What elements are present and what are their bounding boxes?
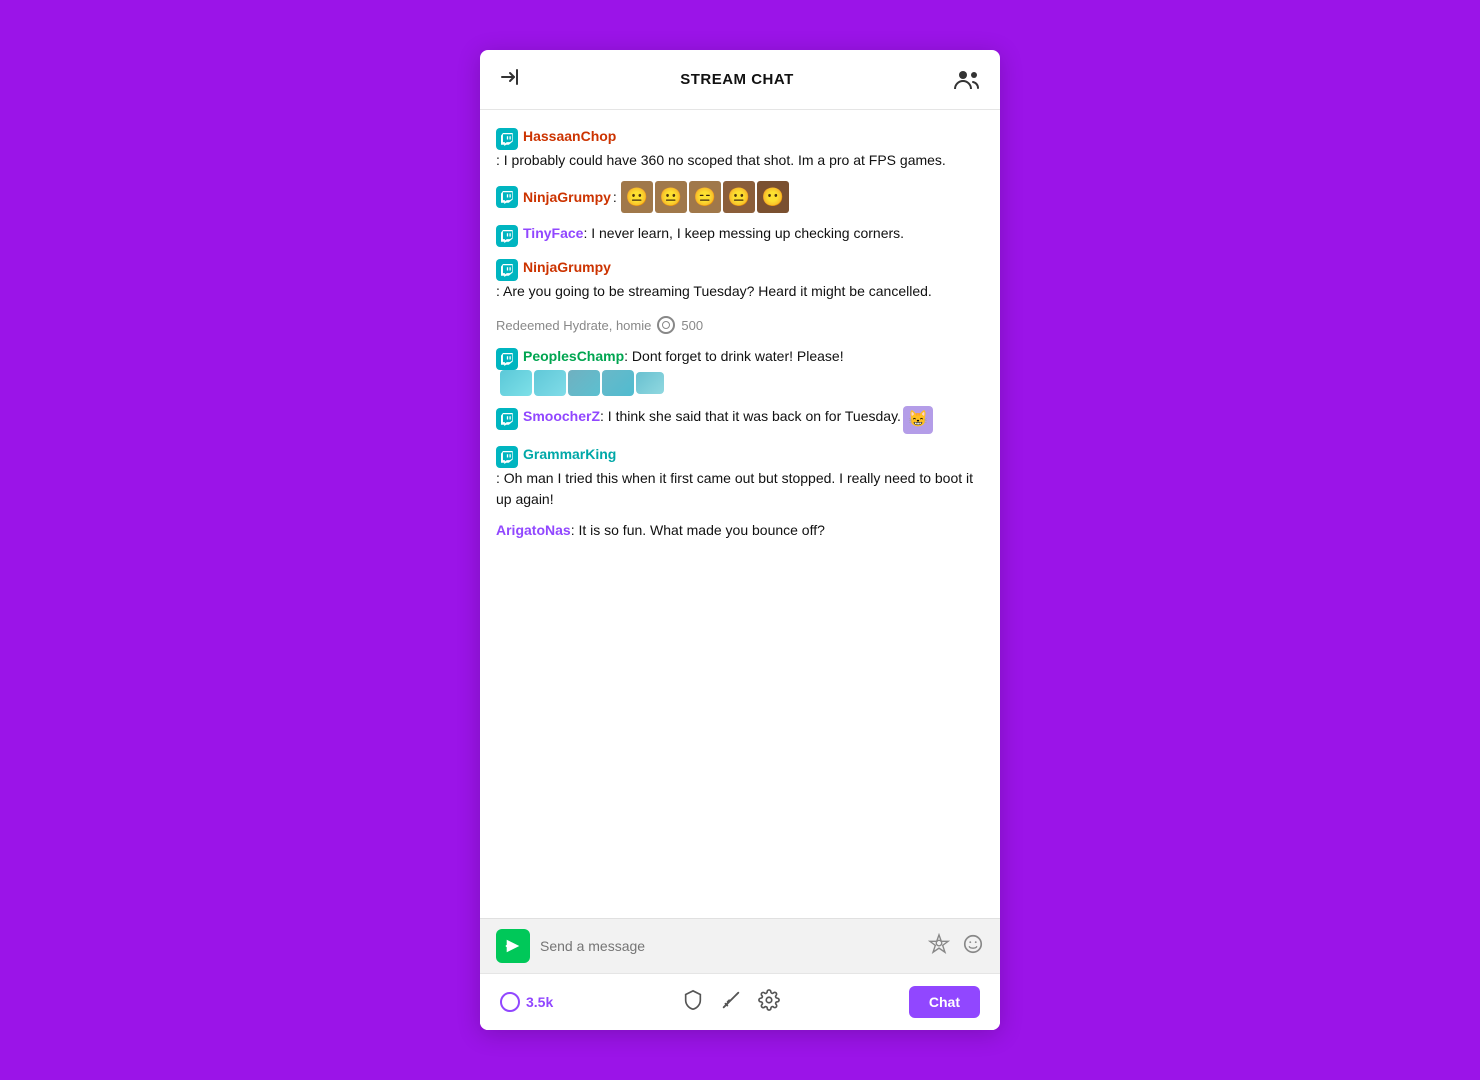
emote bbox=[500, 370, 532, 396]
users-icon[interactable] bbox=[954, 69, 980, 91]
message-text: : It is so fun. What made you bounce off… bbox=[571, 520, 825, 541]
username: GrammarKing bbox=[523, 444, 616, 465]
message-text: : Dont forget to drink water! Please! bbox=[624, 346, 843, 367]
username: ArigatoNas bbox=[496, 520, 571, 541]
username: PeoplesChamp bbox=[523, 346, 624, 367]
message-text: : Are you going to be streaming Tuesday?… bbox=[496, 281, 932, 302]
list-item: NinjaGrumpy : 😐 😐 😑 😐 😶 bbox=[496, 181, 984, 213]
list-item: HassaanChop : I probably could have 360 n… bbox=[496, 126, 984, 171]
emote: 😶 bbox=[757, 181, 789, 213]
settings-icon[interactable] bbox=[758, 989, 780, 1016]
username: HassaanChop bbox=[523, 126, 616, 147]
message-text: : I probably could have 360 no scoped th… bbox=[496, 150, 946, 171]
message-text: : I think she said that it was back on f… bbox=[600, 406, 901, 427]
shield-icon[interactable] bbox=[682, 989, 704, 1016]
emote bbox=[568, 370, 600, 396]
redemption-points: 500 bbox=[681, 318, 703, 333]
message-text: : Oh man I tried this when it first came… bbox=[496, 468, 984, 510]
sword-icon[interactable] bbox=[720, 989, 742, 1016]
viewer-icon bbox=[500, 992, 520, 1012]
twitch-badge bbox=[496, 225, 518, 247]
list-item: PeoplesChamp : Dont forget to drink wate… bbox=[496, 346, 984, 396]
redemption-text: Redeemed Hydrate, homie bbox=[496, 318, 651, 333]
twitch-badge bbox=[496, 408, 518, 430]
emote: 😐 bbox=[723, 181, 755, 213]
chat-input-row bbox=[496, 929, 984, 963]
twitch-badge bbox=[496, 186, 518, 208]
message-text: : I never learn, I keep messing up check… bbox=[583, 223, 904, 244]
redemption-notice: Redeemed Hydrate, homie 500 bbox=[496, 316, 984, 334]
list-item: NinjaGrumpy : Are you going to be streami… bbox=[496, 257, 984, 302]
message-text: : bbox=[613, 187, 617, 208]
collapse-icon[interactable] bbox=[500, 67, 520, 92]
list-item: GrammarKing : Oh man I tried this when it… bbox=[496, 444, 984, 510]
emote-cat: 😸 bbox=[903, 406, 933, 434]
username: SmoocherZ bbox=[523, 406, 600, 427]
chat-panel: STREAM CHAT HassaanChop : I probably coul… bbox=[480, 50, 1000, 1030]
chat-input-area bbox=[480, 918, 1000, 973]
viewer-count-text: 3.5k bbox=[526, 994, 553, 1010]
send-icon[interactable] bbox=[496, 929, 530, 963]
emote-group: 😐 😐 😑 😐 😶 bbox=[621, 181, 789, 213]
twitch-badge bbox=[496, 128, 518, 150]
twitch-badge bbox=[496, 348, 518, 370]
twitch-badge bbox=[496, 259, 518, 281]
emote bbox=[636, 372, 664, 394]
coin-icon bbox=[657, 316, 675, 334]
emote: 😑 bbox=[689, 181, 721, 213]
emote-icon[interactable] bbox=[962, 933, 984, 960]
chat-header: STREAM CHAT bbox=[480, 50, 1000, 110]
list-item: ArigatoNas: It is so fun. What made you … bbox=[496, 520, 984, 541]
chat-input-icons bbox=[928, 933, 984, 960]
emote-group bbox=[500, 370, 664, 396]
chat-footer: 3.5k Cha bbox=[480, 973, 1000, 1030]
footer-icons bbox=[682, 989, 780, 1016]
chat-messages: HassaanChop : I probably could have 360 n… bbox=[480, 110, 1000, 918]
emote: 😐 bbox=[621, 181, 653, 213]
username: NinjaGrumpy bbox=[523, 257, 611, 278]
twitch-badge bbox=[496, 446, 518, 468]
chat-input[interactable] bbox=[540, 938, 918, 954]
username: TinyFace bbox=[523, 223, 583, 244]
emote: 😐 bbox=[655, 181, 687, 213]
emote bbox=[534, 370, 566, 396]
cheer-icon[interactable] bbox=[928, 933, 950, 960]
viewer-count: 3.5k bbox=[500, 992, 553, 1012]
emote bbox=[602, 370, 634, 396]
chat-button[interactable]: Chat bbox=[909, 986, 980, 1018]
list-item: TinyFace: I never learn, I keep messing … bbox=[496, 223, 984, 247]
header-title: STREAM CHAT bbox=[680, 71, 794, 88]
list-item: SmoocherZ : I think she said that it was… bbox=[496, 406, 984, 434]
username: NinjaGrumpy bbox=[523, 187, 611, 208]
